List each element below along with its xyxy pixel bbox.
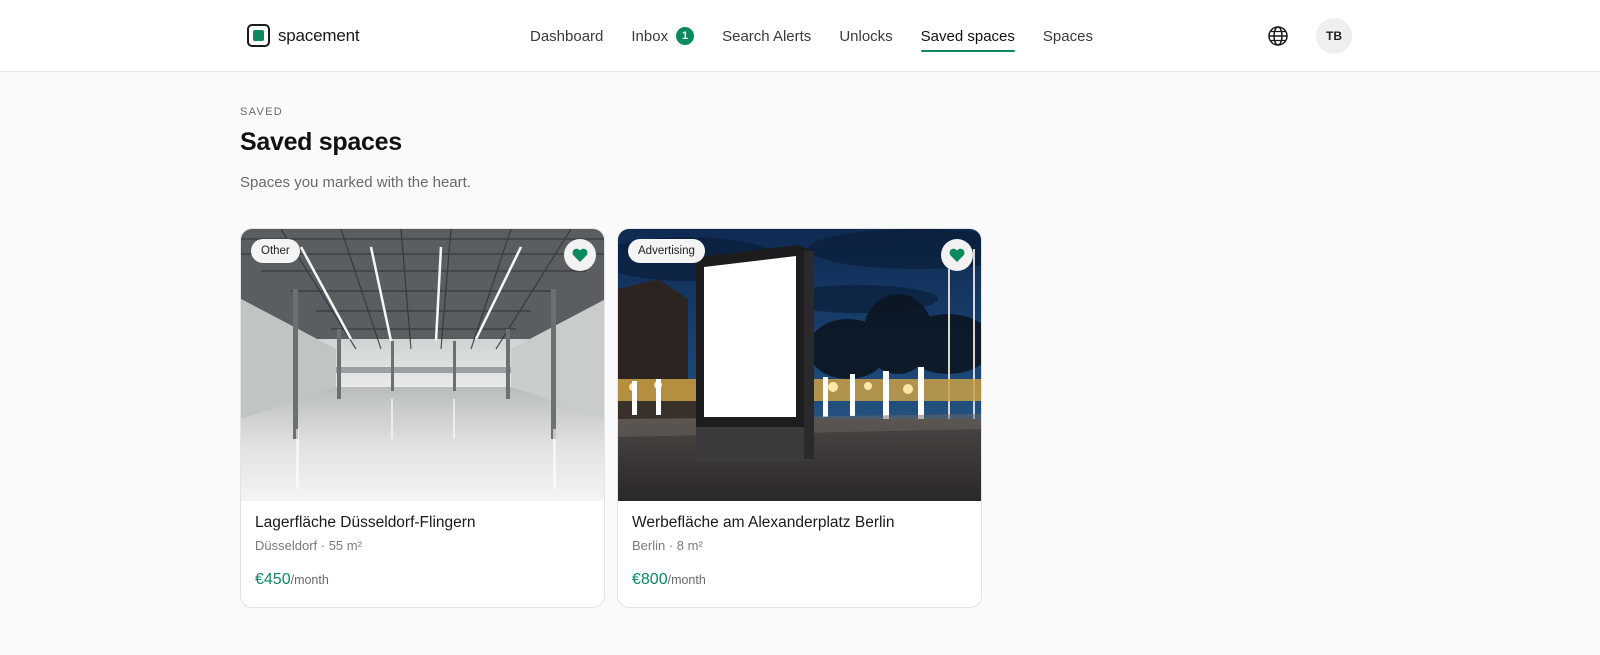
nav-item-dashboard[interactable]: Dashboard bbox=[530, 0, 603, 72]
price-amount: €450 bbox=[255, 571, 291, 588]
card-meta: Düsseldorf · 55 m² bbox=[255, 538, 362, 553]
card-title: Werbefläche am Alexanderplatz Berlin bbox=[632, 514, 895, 531]
card-price: €450/month bbox=[255, 571, 590, 589]
price-unit: /month bbox=[667, 573, 706, 587]
brand-logo[interactable]: spacement bbox=[247, 24, 360, 47]
card-title: Lagerfläche Düsseldorf-Flingern bbox=[255, 514, 476, 531]
nav-item-saved-spaces[interactable]: Saved spaces bbox=[920, 0, 1016, 72]
nav-item-spaces[interactable]: Spaces bbox=[1043, 0, 1093, 72]
space-card[interactable]: Advertising Werbefläche am Alexanderplat… bbox=[617, 228, 982, 608]
top-navigation-bar: spacement Dashboard Inbox 1 Search Alert… bbox=[0, 0, 1600, 72]
page-eyebrow: SAVED bbox=[240, 106, 283, 118]
globe-icon[interactable] bbox=[1266, 24, 1290, 48]
price-amount: €800 bbox=[632, 571, 668, 588]
nav-item-inbox[interactable]: Inbox 1 bbox=[631, 0, 695, 72]
price-unit: /month bbox=[290, 573, 329, 587]
card-body: Werbefläche am Alexanderplatz Berlin Ber… bbox=[632, 514, 967, 589]
heart-icon[interactable] bbox=[564, 239, 596, 271]
nav-item-unlocks[interactable]: Unlocks bbox=[839, 0, 892, 72]
space-photo: Other bbox=[241, 229, 604, 501]
logo-icon bbox=[247, 24, 270, 47]
category-tag: Advertising bbox=[628, 239, 705, 263]
card-meta: Berlin · 8 m² bbox=[632, 538, 703, 553]
brand-name: spacement bbox=[278, 25, 360, 45]
main-nav: Dashboard Inbox 1 Search Alerts Unlocks … bbox=[530, 0, 1093, 72]
card-price: €800/month bbox=[632, 571, 967, 589]
space-photo: Advertising bbox=[618, 229, 981, 501]
heart-icon[interactable] bbox=[941, 239, 973, 271]
user-avatar[interactable]: TB bbox=[1316, 18, 1352, 54]
page-subtitle: Spaces you marked with the heart. bbox=[240, 174, 471, 191]
nav-item-search-alerts[interactable]: Search Alerts bbox=[722, 0, 811, 72]
inbox-count-badge: 1 bbox=[676, 27, 695, 45]
nav-item-label: Dashboard bbox=[530, 27, 604, 45]
card-body: Lagerfläche Düsseldorf-Flingern Düsseldo… bbox=[255, 514, 590, 589]
page-title: Saved spaces bbox=[240, 128, 402, 156]
nav-item-label: Spaces bbox=[1042, 27, 1093, 45]
nav-item-label: Search Alerts bbox=[722, 27, 812, 45]
category-tag: Other bbox=[251, 239, 300, 263]
nav-item-label: Inbox bbox=[631, 27, 669, 45]
space-card[interactable]: Other Lagerfläche Düsseldorf-Flingern Dü… bbox=[240, 228, 605, 608]
nav-item-label: Saved spaces bbox=[920, 27, 1015, 45]
nav-item-label: Unlocks bbox=[839, 27, 893, 45]
